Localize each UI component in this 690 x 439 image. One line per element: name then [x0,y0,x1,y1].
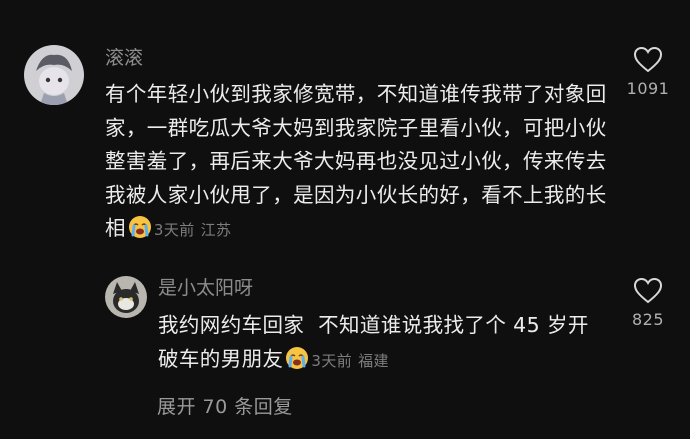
reply-time: 3天前 [311,351,353,370]
comment-like[interactable]: 1091 [618,46,678,98]
reply-like-count: 825 [631,310,665,329]
expand-replies-button[interactable]: 展开 70 条回复 [157,392,293,419]
reply-body: 我约网约车回家 不知道谁说我找了个 45 岁开破车的男朋友 3天前 福建 [158,309,608,378]
reply-username[interactable]: 是小太阳呀 [158,276,253,300]
avatar[interactable] [24,45,84,105]
comment-text: 有个年轻小伙到我家修宽带，不知道谁传我带了对象回家，一群吃瓜大爷大妈到我家院子里… [105,82,607,240]
comment-body: 有个年轻小伙到我家修宽带，不知道谁传我带了对象回家，一群吃瓜大爷大妈到我家院子里… [105,78,610,248]
comment-time: 3天前 [153,221,195,239]
comment-location: 江苏 [200,221,232,239]
reply-avatar[interactable] [105,276,147,318]
comment-username[interactable]: 滚滚 [105,46,143,70]
comment-like-count: 1091 [626,79,670,98]
heart-icon[interactable] [633,277,663,304]
heart-icon[interactable] [633,46,663,73]
crying-face-emoji [128,216,151,238]
reply-meta: 3天前 福建 [311,352,389,370]
reply-like[interactable]: 825 [618,277,678,329]
reply-location: 福建 [358,351,389,370]
crying-face-emoji [286,346,309,369]
comment-meta: 3天前 江苏 [154,221,232,239]
